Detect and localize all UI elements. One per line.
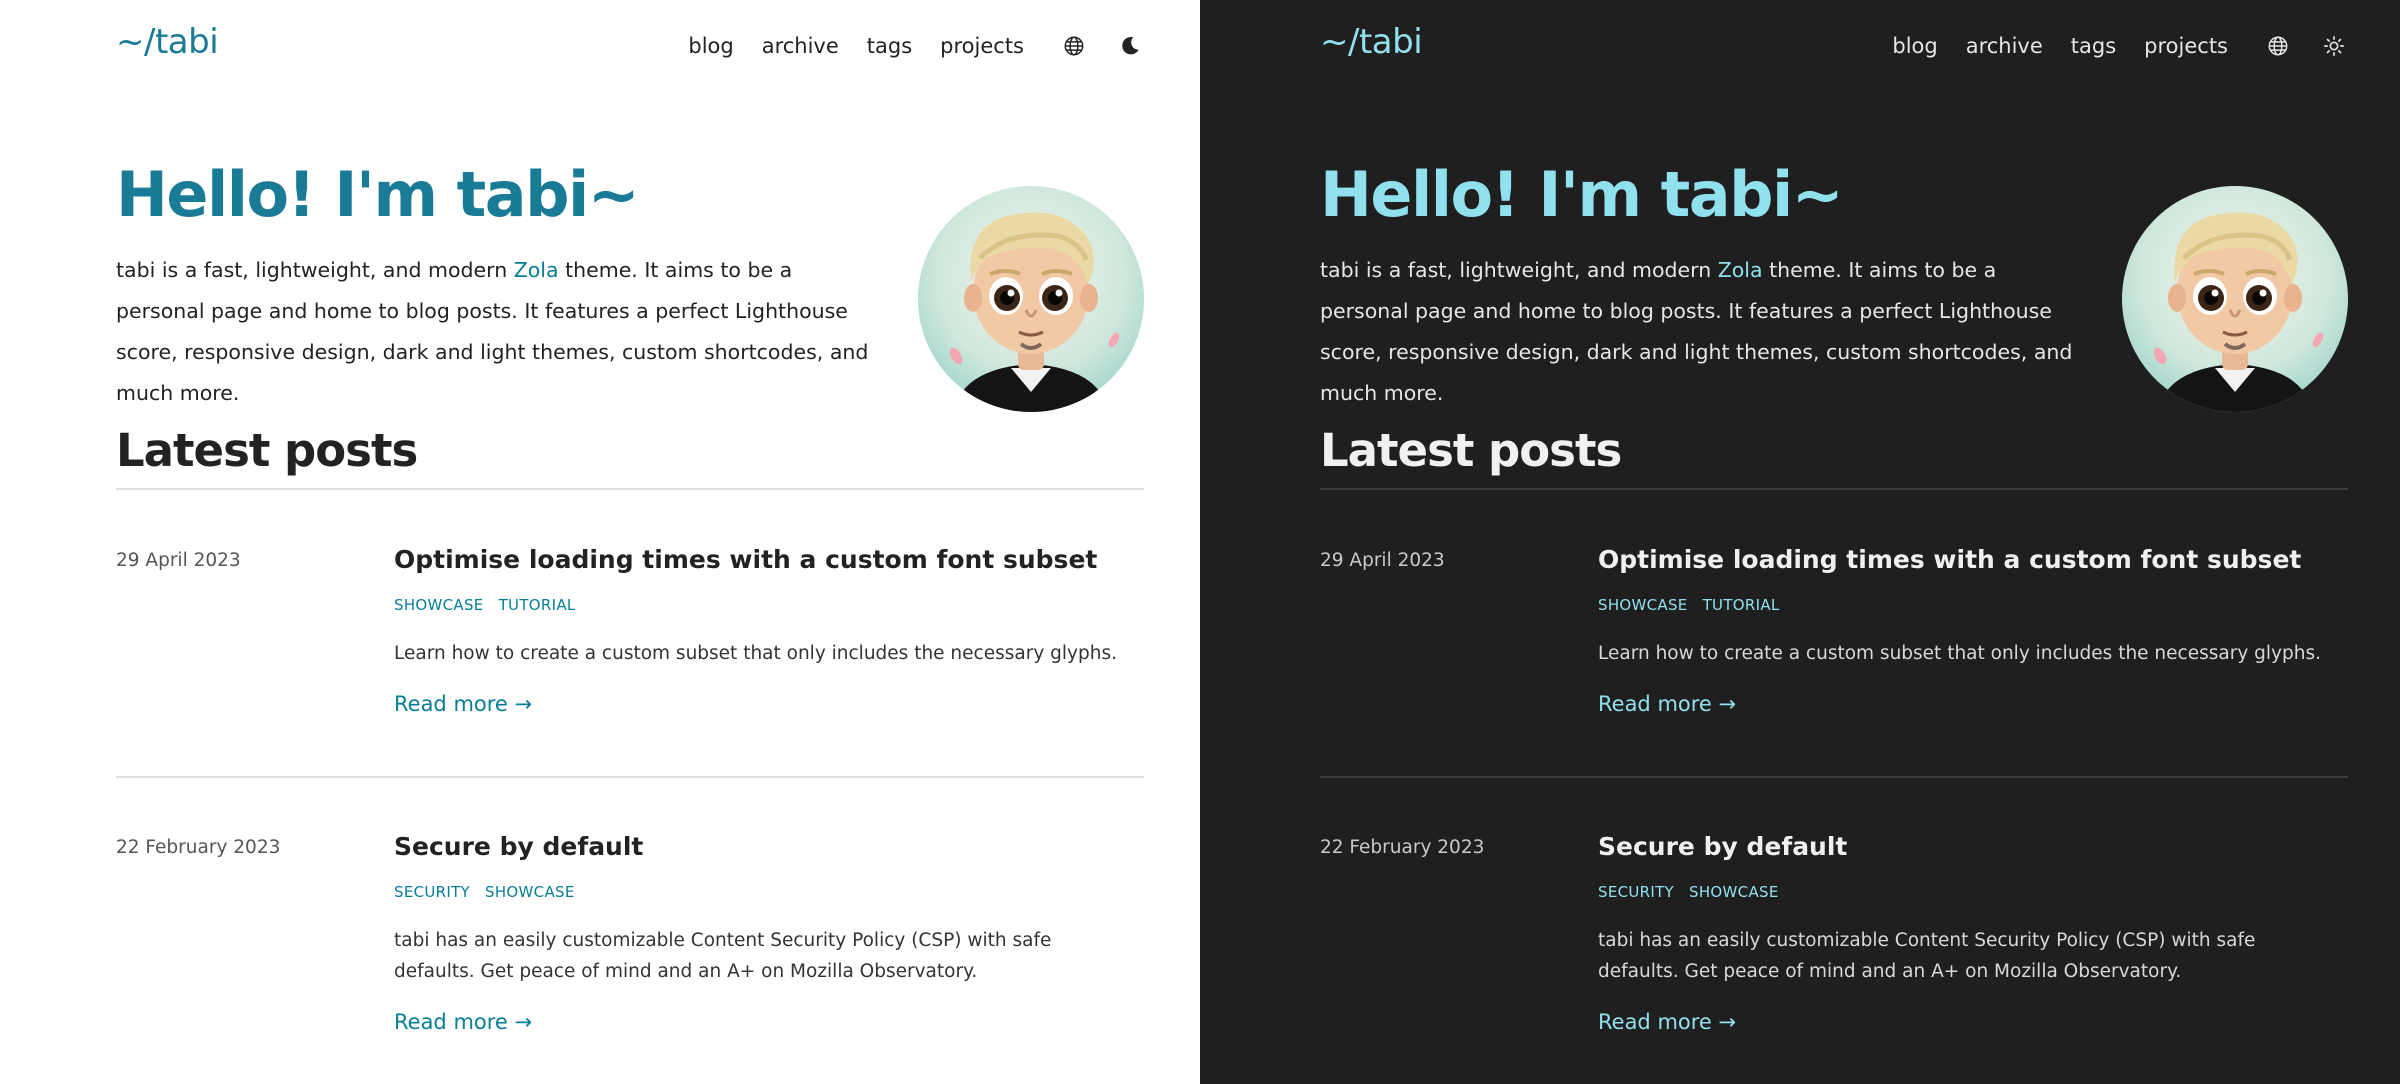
post-tags: SHOWCASE TUTORIAL	[1598, 596, 1780, 614]
post-tags: SHOWCASE TUTORIAL	[394, 596, 576, 614]
tag-link[interactable]: SHOWCASE	[394, 596, 484, 614]
nav-projects[interactable]: projects	[2144, 34, 2228, 58]
read-more-link[interactable]: Read more →	[394, 692, 532, 716]
site-logo[interactable]: ~/tabi	[116, 22, 219, 62]
zola-link[interactable]: Zola	[1718, 258, 1763, 282]
post-date: 22 February 2023	[1320, 837, 1485, 858]
zola-link[interactable]: Zola	[514, 258, 559, 282]
post-title[interactable]: Optimise loading times with a custom fon…	[394, 545, 1097, 574]
tag-link[interactable]: SHOWCASE	[1689, 883, 1779, 901]
read-more-link[interactable]: Read more →	[394, 1010, 532, 1034]
post-tags: SECURITY SHOWCASE	[1598, 883, 1779, 901]
nav-archive[interactable]: archive	[1966, 34, 2043, 58]
post-title[interactable]: Secure by default	[394, 832, 643, 861]
post-date: 29 April 2023	[116, 550, 241, 571]
post-title[interactable]: Optimise loading times with a custom fon…	[1598, 545, 2301, 574]
post-description: tabi has an easily customizable Content …	[394, 930, 1052, 982]
tag-link[interactable]: SHOWCASE	[1598, 596, 1688, 614]
post-tags: SECURITY SHOWCASE	[394, 883, 575, 901]
nav-blog[interactable]: blog	[1892, 34, 1937, 58]
read-more-link[interactable]: Read more →	[1598, 692, 1736, 716]
latest-posts-heading: Latest posts	[1320, 424, 1622, 477]
dark-theme-panel: ~/tabi blog archive tags projects Hello!…	[1200, 0, 2400, 1084]
post-description: tabi has an easily customizable Content …	[1598, 930, 2256, 982]
sun-icon[interactable]	[2320, 32, 2348, 60]
hero-intro: tabi is a fast, lightweight, and modern …	[116, 250, 886, 414]
nav-projects[interactable]: projects	[940, 34, 1024, 58]
hero-title: Hello! I'm tabi~	[1320, 158, 1844, 231]
avatar	[2122, 186, 2348, 412]
nav-tags[interactable]: tags	[867, 34, 912, 58]
globe-icon[interactable]	[2264, 32, 2292, 60]
post-description: Learn how to create a custom subset that…	[394, 643, 1117, 664]
nav-tags[interactable]: tags	[2071, 34, 2116, 58]
post-description: Learn how to create a custom subset that…	[1598, 643, 2321, 664]
post-title[interactable]: Secure by default	[1598, 832, 1847, 861]
nav-blog[interactable]: blog	[688, 34, 733, 58]
hero-title: Hello! I'm tabi~	[116, 158, 640, 231]
globe-icon[interactable]	[1060, 32, 1088, 60]
tag-link[interactable]: SECURITY	[1598, 883, 1674, 901]
tag-link[interactable]: SECURITY	[394, 883, 470, 901]
main-nav: blog archive tags projects	[1892, 32, 2348, 60]
intro-text-start: tabi is a fast, lightweight, and modern	[1320, 258, 1718, 282]
section-divider	[116, 488, 1144, 490]
post-divider	[1320, 776, 2348, 778]
post-date: 29 April 2023	[1320, 550, 1445, 571]
site-header: ~/tabi blog archive tags projects	[116, 22, 1144, 72]
post-divider	[116, 776, 1144, 778]
intro-text-start: tabi is a fast, lightweight, and modern	[116, 258, 514, 282]
tag-link[interactable]: TUTORIAL	[499, 596, 576, 614]
section-divider	[1320, 488, 2348, 490]
nav-archive[interactable]: archive	[762, 34, 839, 58]
read-more-link[interactable]: Read more →	[1598, 1010, 1736, 1034]
moon-icon[interactable]	[1116, 32, 1144, 60]
hero-intro: tabi is a fast, lightweight, and modern …	[1320, 250, 2090, 414]
main-nav: blog archive tags projects	[688, 32, 1144, 60]
site-logo[interactable]: ~/tabi	[1320, 22, 1423, 62]
latest-posts-heading: Latest posts	[116, 424, 418, 477]
avatar	[918, 186, 1144, 412]
tag-link[interactable]: SHOWCASE	[485, 883, 575, 901]
tag-link[interactable]: TUTORIAL	[1703, 596, 1780, 614]
site-header: ~/tabi blog archive tags projects	[1320, 22, 2348, 72]
post-date: 22 February 2023	[116, 837, 281, 858]
light-theme-panel: ~/tabi blog archive tags projects Hello!…	[0, 0, 1200, 1084]
